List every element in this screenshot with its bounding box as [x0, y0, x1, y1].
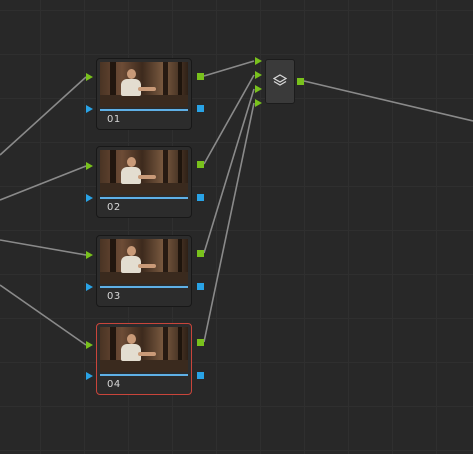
node-label: 04	[107, 379, 121, 390]
mixer-output-port[interactable]	[297, 78, 304, 85]
rgb-input-port-03[interactable]	[86, 251, 93, 259]
corrector-node-01[interactable]: 01	[96, 58, 192, 130]
mixer-input-port-4[interactable]	[255, 99, 262, 107]
mixer-input-port-1[interactable]	[255, 57, 262, 65]
connection-wires	[0, 60, 473, 346]
node-bar	[100, 197, 188, 199]
rgb-output-port-04[interactable]	[197, 339, 204, 346]
wire-03-to-mixer[interactable]	[203, 88, 255, 254]
alpha-input-port-04[interactable]	[86, 372, 93, 380]
corrector-node-02[interactable]: 02	[96, 146, 192, 218]
node-bar	[100, 109, 188, 111]
wire-input-02[interactable]	[0, 165, 87, 201]
alpha-input-port-02[interactable]	[86, 194, 93, 202]
node-bar	[100, 286, 188, 288]
alpha-output-port-02[interactable]	[197, 194, 204, 201]
wire-04-to-mixer[interactable]	[203, 102, 255, 343]
rgb-output-port-03[interactable]	[197, 250, 204, 257]
node-label: 03	[107, 291, 121, 302]
alpha-output-port-01[interactable]	[197, 105, 204, 112]
node-bar	[100, 374, 188, 376]
wire-01-to-mixer[interactable]	[203, 60, 255, 77]
corrector-node-03[interactable]: 03	[96, 235, 192, 307]
rgb-input-port-04[interactable]	[86, 341, 93, 349]
rgb-output-port-02[interactable]	[197, 161, 204, 168]
rgb-input-port-02[interactable]	[86, 162, 93, 170]
node-thumbnail	[100, 327, 188, 372]
alpha-input-port-01[interactable]	[86, 105, 93, 113]
wire-input-01[interactable]	[0, 76, 87, 156]
wire-02-to-mixer[interactable]	[203, 74, 255, 165]
alpha-output-port-03[interactable]	[197, 283, 204, 290]
layer-mixer-node[interactable]	[265, 59, 295, 104]
node-thumbnail	[100, 62, 188, 107]
alpha-input-port-03[interactable]	[86, 283, 93, 291]
node-thumbnail	[100, 239, 188, 284]
node-label: 01	[107, 114, 121, 125]
node-label: 02	[107, 202, 121, 213]
alpha-output-port-04[interactable]	[197, 372, 204, 379]
wire-input-04[interactable]	[0, 284, 87, 346]
mixer-input-port-3[interactable]	[255, 85, 262, 93]
corrector-node-04[interactable]: 04	[96, 323, 192, 395]
rgb-output-port-01[interactable]	[197, 73, 204, 80]
rgb-input-port-01[interactable]	[86, 73, 93, 81]
layers-icon	[273, 74, 287, 86]
wire-input-03[interactable]	[0, 239, 87, 256]
wire-mixer-output[interactable]	[303, 80, 473, 122]
node-thumbnail	[100, 150, 188, 195]
mixer-input-port-2[interactable]	[255, 71, 262, 79]
